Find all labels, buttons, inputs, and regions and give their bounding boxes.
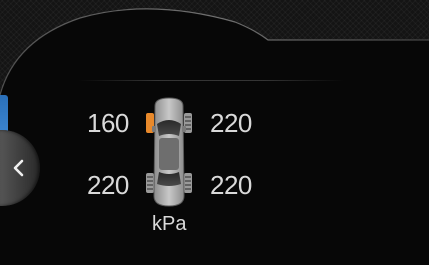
header-divider bbox=[78, 80, 344, 81]
rear-right-tire bbox=[184, 173, 192, 193]
chevron-left-icon bbox=[8, 156, 28, 180]
tire-pressure-screen: 160 220 220 220 kPa bbox=[0, 0, 429, 265]
rear-left-tire bbox=[146, 173, 154, 193]
pressure-unit: kPa bbox=[152, 213, 187, 235]
rear-left-pressure: 220 bbox=[87, 170, 129, 200]
front-right-pressure: 220 bbox=[210, 108, 252, 138]
car-top-view-icon bbox=[141, 96, 197, 208]
front-left-pressure: 160 bbox=[87, 108, 129, 138]
rear-right-pressure: 220 bbox=[210, 170, 252, 200]
